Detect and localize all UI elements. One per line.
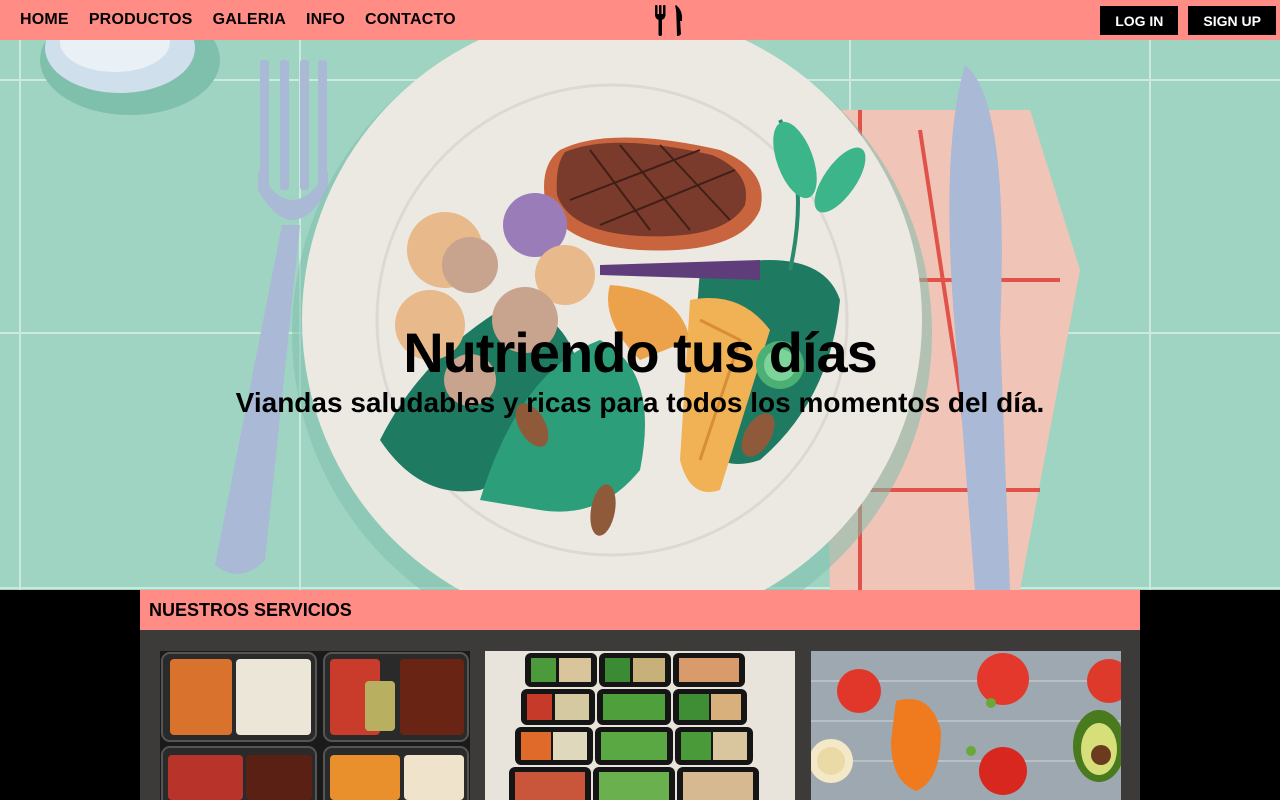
service-card-viandas[interactable] bbox=[485, 651, 795, 800]
nav-links: HOME PRODUCTOS GALERIA INFO CONTACTO bbox=[20, 0, 456, 40]
hero-banner: Nutriendo tus días Viandas saludables y … bbox=[0, 40, 1280, 590]
nav-link-info[interactable]: INFO bbox=[306, 11, 345, 29]
hero-illustration bbox=[0, 40, 1280, 590]
fork-knife-icon[interactable] bbox=[653, 3, 687, 37]
services-section: NUESTROS SERVICIOS bbox=[140, 590, 1140, 800]
viandas-image bbox=[485, 651, 795, 800]
nav-link-galeria[interactable]: GALERIA bbox=[213, 11, 286, 29]
auth-buttons: LOG IN SIGN UP bbox=[1100, 6, 1276, 35]
vegetables-image bbox=[811, 651, 1121, 800]
services-header: NUESTROS SERVICIOS bbox=[140, 590, 1140, 630]
login-button[interactable]: LOG IN bbox=[1100, 6, 1179, 35]
navbar: HOME PRODUCTOS GALERIA INFO CONTACTO LOG… bbox=[0, 0, 1280, 40]
hero-title: Nutriendo tus días bbox=[403, 321, 878, 384]
services-cards bbox=[160, 651, 1121, 800]
meal-prep-image bbox=[160, 651, 470, 800]
service-card-vegetales[interactable] bbox=[811, 651, 1121, 800]
nav-link-home[interactable]: HOME bbox=[20, 11, 69, 29]
nav-link-contacto[interactable]: CONTACTO bbox=[365, 11, 456, 29]
signup-button[interactable]: SIGN UP bbox=[1188, 6, 1276, 35]
hero-subtitle: Viandas saludables y ricas para todos lo… bbox=[235, 387, 1045, 418]
nav-link-productos[interactable]: PRODUCTOS bbox=[89, 11, 193, 29]
service-card-meal-prep[interactable] bbox=[160, 651, 470, 800]
services-title: NUESTROS SERVICIOS bbox=[149, 599, 352, 620]
